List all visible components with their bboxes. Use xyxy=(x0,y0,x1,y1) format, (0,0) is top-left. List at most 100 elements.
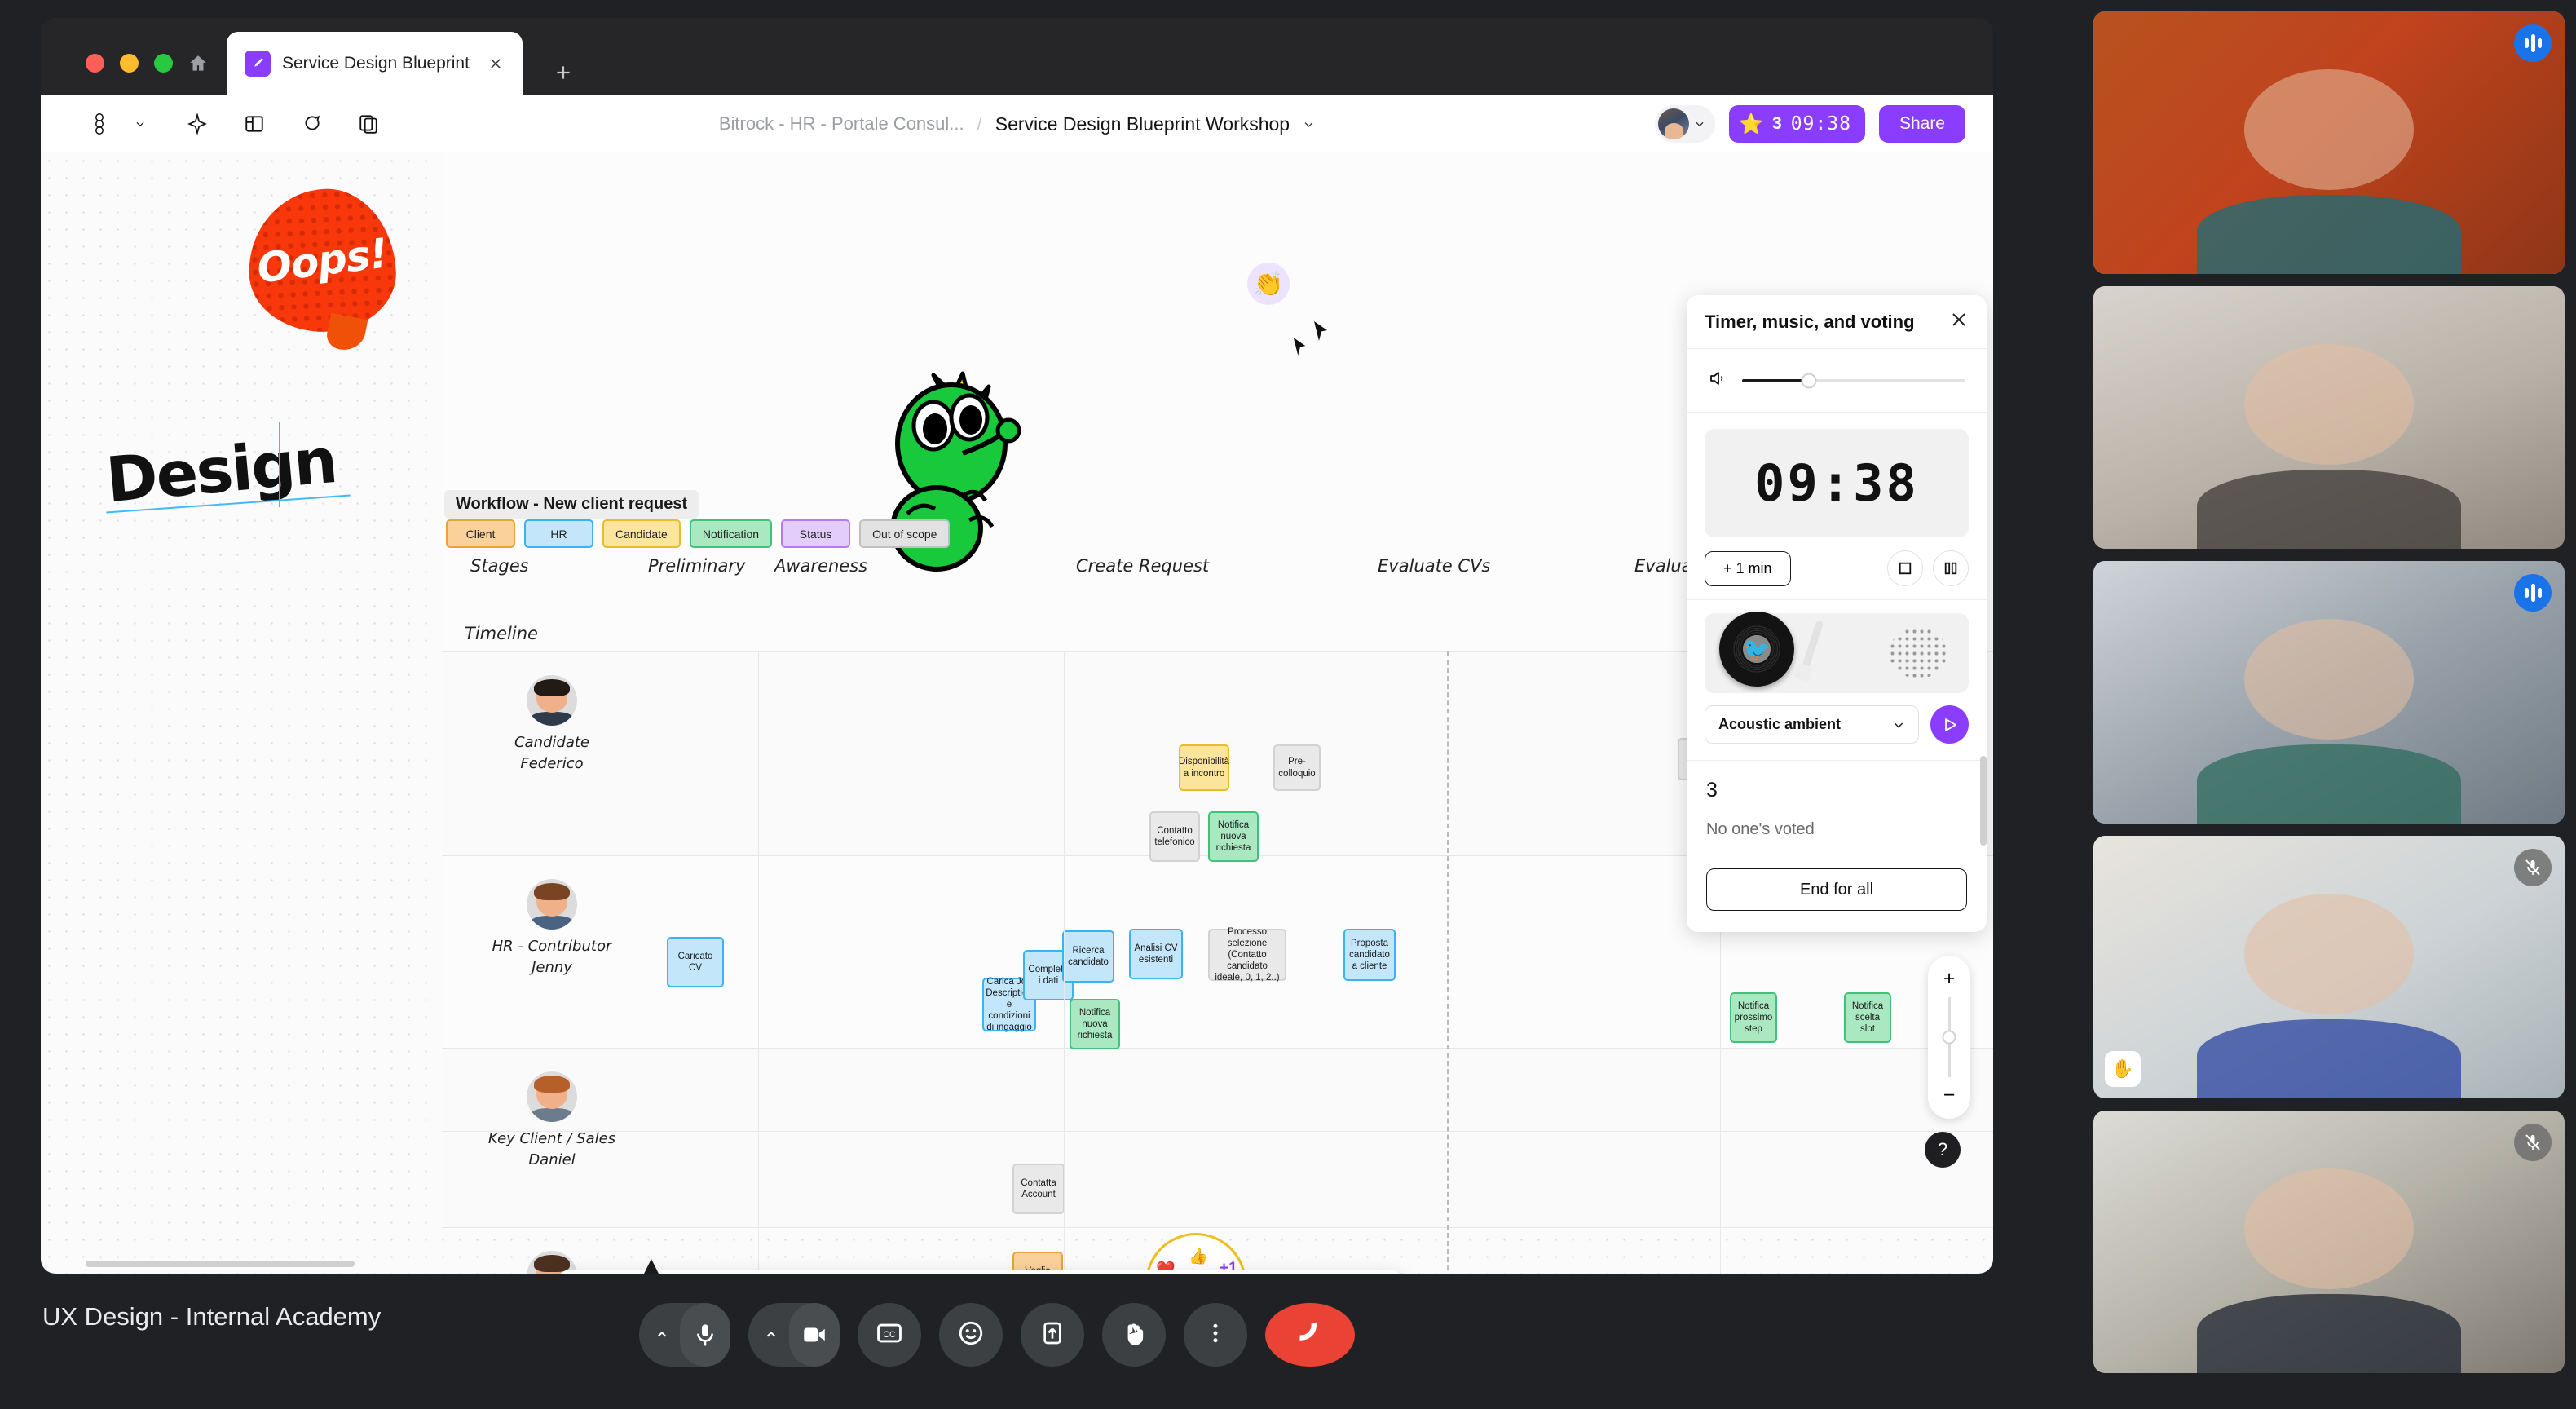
home-icon[interactable] xyxy=(179,47,217,80)
chevron-down-icon[interactable] xyxy=(124,108,157,140)
mic-muted-icon xyxy=(2514,1124,2552,1161)
avatar[interactable] xyxy=(1655,105,1716,143)
chevron-up-icon[interactable] xyxy=(644,1303,680,1367)
flow-node[interactable]: Notifica nuova richiesta xyxy=(1070,999,1120,1049)
avatar xyxy=(527,1071,577,1122)
layout-panel-icon[interactable] xyxy=(238,108,271,140)
zoom-in-button[interactable]: + xyxy=(1943,967,1956,991)
participant-tile-2[interactable] xyxy=(2093,286,2565,549)
close-icon[interactable] xyxy=(1949,310,1969,333)
flow-node[interactable]: Processo selezione (Contatto candidato i… xyxy=(1208,927,1286,983)
present-button[interactable] xyxy=(1020,1303,1084,1367)
tonearm-icon xyxy=(1801,620,1824,670)
flow-node[interactable]: Contatto telefonico xyxy=(1149,811,1200,862)
legend-chip[interactable]: HR xyxy=(524,519,593,548)
stage-label: Evaluate CVs xyxy=(1378,556,1491,576)
mic-icon[interactable] xyxy=(679,1303,730,1367)
share-button[interactable]: Share xyxy=(1878,105,1965,143)
horizontal-scrollbar[interactable] xyxy=(86,1261,355,1267)
music-track-select[interactable]: Acoustic ambient xyxy=(1705,705,1919,744)
vote-count-label: 3 xyxy=(1772,114,1782,133)
browser-tab[interactable]: Service Design Blueprint Worksho xyxy=(227,32,523,95)
timer-votes-pill[interactable]: ⭐ 3 09:38 xyxy=(1729,105,1865,143)
flow-node[interactable]: Disponibilità a incontro xyxy=(1179,744,1229,791)
add-minute-button[interactable]: + 1 min xyxy=(1705,550,1791,586)
microphone-button[interactable] xyxy=(638,1303,730,1367)
participant-tile-4[interactable]: ✋ xyxy=(2093,836,2565,1098)
flow-node[interactable]: Proposta candidato a cliente xyxy=(1343,929,1396,981)
oops-sticker[interactable]: Oops! xyxy=(245,185,399,336)
swimlane-header: Key Client / Sales Daniel xyxy=(458,1071,646,1171)
volume-icon[interactable] xyxy=(1708,369,1727,392)
zoom-slider[interactable] xyxy=(1942,997,1956,1077)
raise-hand-button[interactable] xyxy=(1101,1303,1166,1367)
maximize-window-button[interactable] xyxy=(154,54,173,73)
legend-chip[interactable]: Status xyxy=(781,519,851,548)
volume-slider-knob[interactable] xyxy=(1801,373,1817,388)
clap-sticker[interactable]: 👏 xyxy=(1247,263,1290,305)
design-sketch-text[interactable]: Design xyxy=(104,424,339,516)
participant-tile-1[interactable] xyxy=(2093,11,2565,274)
participant-tile-5[interactable] xyxy=(2093,1111,2565,1373)
sketch-guide-vertical xyxy=(279,422,280,507)
help-button[interactable]: ? xyxy=(1925,1132,1961,1168)
captions-button[interactable]: CC xyxy=(857,1303,921,1367)
legend-chip[interactable]: Candidate xyxy=(602,519,681,548)
flow-node[interactable]: Ricerca candidato xyxy=(1062,930,1114,983)
chevron-up-icon[interactable] xyxy=(753,1303,789,1367)
chevron-down-icon[interactable] xyxy=(1303,118,1315,130)
stop-timer-button[interactable] xyxy=(1887,550,1923,586)
zoom-control: + − xyxy=(1928,956,1970,1119)
pause-timer-button[interactable] xyxy=(1933,550,1969,586)
duplicate-page-icon[interactable] xyxy=(352,108,385,140)
music-controls: Acoustic ambient xyxy=(1705,705,1969,744)
flow-node[interactable]: Notifica prossimo step xyxy=(1730,992,1777,1043)
zoom-out-button[interactable]: − xyxy=(1943,1084,1956,1107)
figma-menu-icon[interactable] xyxy=(86,108,119,140)
flow-node[interactable]: Caricato CV xyxy=(667,937,724,987)
voting-section: 3 No one's voted End for all xyxy=(1687,761,1987,932)
swimlane-label: Candidate Federico xyxy=(514,734,590,773)
app-root: Service Design Blueprint Worksho xyxy=(0,0,2576,1409)
more-options-button[interactable] xyxy=(1183,1303,1247,1367)
new-tab-button[interactable] xyxy=(540,50,586,95)
flow-node[interactable]: Contatta Account xyxy=(1012,1164,1065,1214)
legend-chip[interactable]: Client xyxy=(446,519,515,548)
ai-sparkle-icon[interactable] xyxy=(181,108,214,140)
thumbsup-reaction-icon[interactable]: 👍 xyxy=(1189,1247,1208,1266)
flow-node[interactable]: Pre-colloquio xyxy=(1273,744,1321,791)
participant-tile-3[interactable] xyxy=(2093,561,2565,824)
page-title[interactable]: Service Design Blueprint Workshop xyxy=(995,113,1290,135)
flow-node[interactable]: Analisi CV esistenti xyxy=(1129,929,1183,979)
flow-node[interactable]: Notifica scelta slot xyxy=(1844,992,1891,1043)
legend-chip[interactable]: Notification xyxy=(689,519,773,548)
vote-count: 3 xyxy=(1706,779,1718,802)
vinyl-record-icon: 🐦 xyxy=(1719,612,1794,687)
volume-slider[interactable] xyxy=(1742,373,1965,388)
timer-value-label: 09:38 xyxy=(1790,113,1851,135)
camera-button[interactable] xyxy=(748,1303,840,1367)
drawing-tool-group xyxy=(620,1259,917,1274)
play-music-button[interactable] xyxy=(1930,705,1969,744)
play-icon xyxy=(1944,718,1956,731)
legend-chip[interactable]: Out of scope xyxy=(859,519,951,548)
reactions-button[interactable] xyxy=(938,1303,1003,1367)
close-icon[interactable] xyxy=(485,53,506,74)
timer-music-voting-panel: Timer, music, and voting 09:38 + 1 min 🐦… xyxy=(1687,295,1987,932)
end-call-button[interactable] xyxy=(1264,1303,1355,1367)
flow-node[interactable]: Notifica nuova richiesta xyxy=(1208,811,1259,862)
oops-sticker-label: Oops! xyxy=(254,228,390,293)
camera-icon[interactable] xyxy=(788,1303,840,1367)
breadcrumb-separator: / xyxy=(977,113,982,134)
minimize-window-button[interactable] xyxy=(120,54,139,73)
emoji-smiley-icon xyxy=(957,1319,985,1351)
breadcrumb-parent[interactable]: Bitrock - HR - Portale Consul... xyxy=(719,113,964,135)
close-window-button[interactable] xyxy=(86,54,104,73)
figjam-canvas[interactable]: Oops! Design 👏 Workflow - New client req… xyxy=(41,152,1993,1274)
browser-window: Service Design Blueprint Worksho xyxy=(41,18,1993,1274)
workflow-title[interactable]: Workflow - New client request xyxy=(444,490,699,519)
comment-icon[interactable] xyxy=(295,108,328,140)
vertical-scrollbar[interactable] xyxy=(1980,756,1987,846)
swimlane-row: Key Client / Sales Daniel xyxy=(442,1048,1993,1227)
end-for-all-button[interactable]: End for all xyxy=(1706,868,1967,911)
